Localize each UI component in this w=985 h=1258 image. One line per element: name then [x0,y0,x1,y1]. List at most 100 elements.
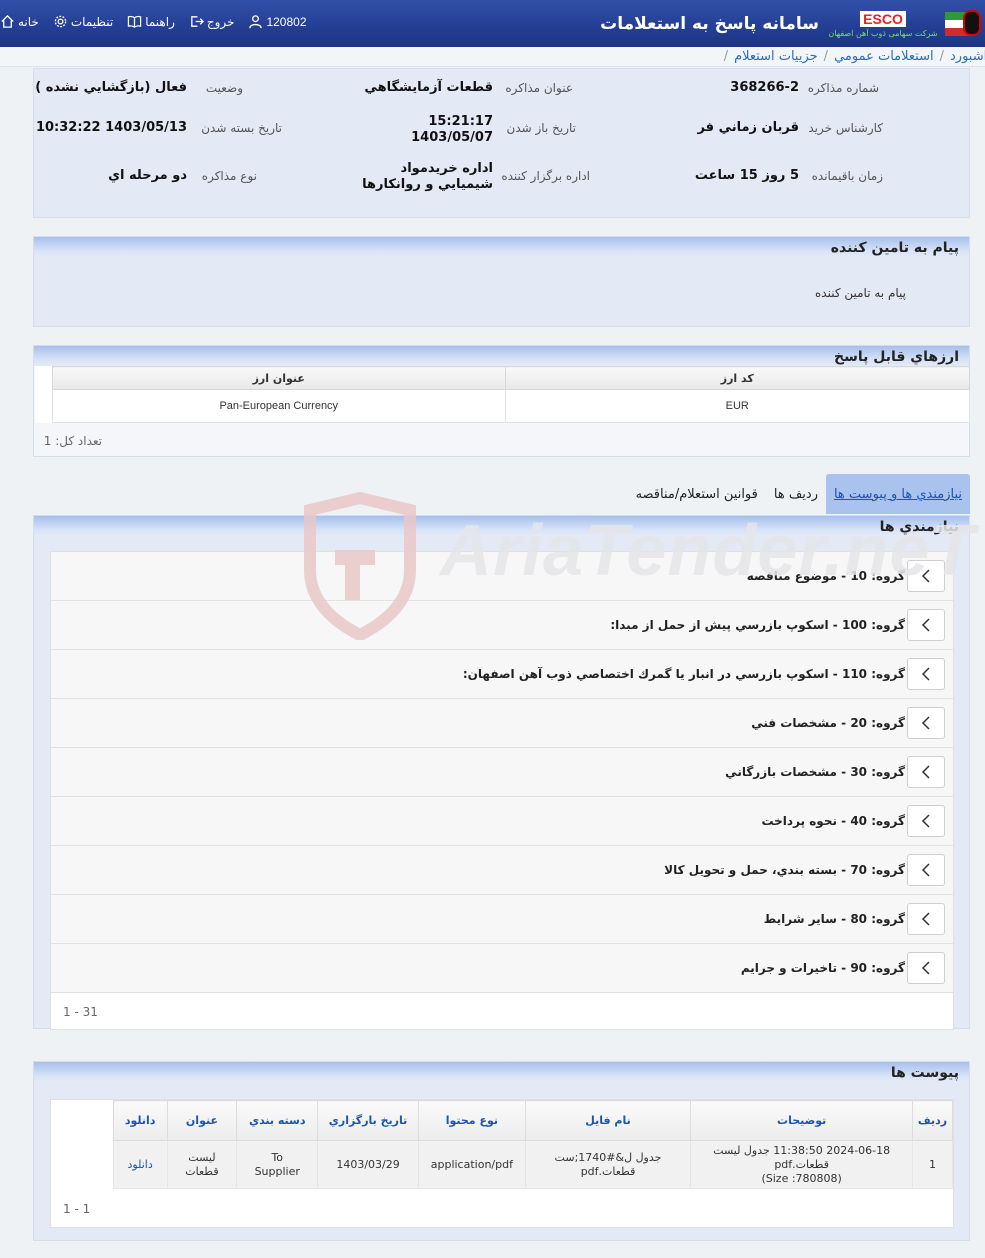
column-header[interactable]: نوع محتوا [417,1100,526,1141]
organizer-line1: اداره خريدمواد [400,161,493,176]
description-cell: 2024-06-18 11:38:50 جدول ليست قطعات.pdf(… [690,1140,914,1189]
expert-label: کارشناس خريد [808,121,883,135]
expand-button[interactable] [907,854,945,886]
nav-help[interactable]: راهنما [127,14,175,29]
accordion-title: گروه: 30 - مشخصات بازرگاني [725,765,905,779]
row-number: 1 [912,1140,953,1189]
brand-subtitle: شرکت سهامی ذوب آهن اصفهان [828,28,938,38]
scroll-gutter [36,390,53,423]
accordion-item[interactable]: گروه: 30 - مشخصات بازرگاني [51,748,953,797]
table-cell: Pan-European Currency [52,389,506,423]
currencies-total: تعداد کل: 1 [43,434,102,448]
chevron-left-icon [921,814,930,828]
attachments-panel: پيوست ها رديف توضيحات نام فايل نوع محتوا… [33,1061,970,1241]
nav-logout-label: خروج [206,14,235,29]
column-header[interactable]: عنوان [166,1100,238,1141]
accordion-item[interactable]: گروه: 10 - موضوع مناقصه [51,552,953,601]
nav-help-label: راهنما [145,14,175,29]
title-cell: ليست قطعات [166,1140,238,1189]
accordion-item[interactable]: گروه: 80 - ساير شرايط [51,895,953,944]
table-row[interactable]: 1 2024-06-18 11:38:50 جدول ليست قطعات.pd… [51,1140,953,1189]
accordion-item[interactable]: گروه: 40 - نحوه پرداخت [51,797,953,846]
breadcrumb-separator: / [823,49,829,64]
open-time-value: 15:21:17 [428,114,493,129]
chevron-left-icon [921,667,930,681]
accordion-title: گروه: 100 - اسکوپ بازرسي پيش از حمل از م… [610,618,905,632]
info-row: زمان باقيمانده 5 روز 15 ساعت اداره برگزا… [34,161,969,205]
table-row[interactable]: EUR Pan-European Currency [36,389,971,423]
file-size: (Size :780808) [761,1171,842,1185]
nav-settings[interactable]: تنظیمات [53,14,113,29]
category-line: To [271,1150,284,1164]
requirements-pager: 1 - 31 [51,993,953,1029]
close-date-value: 1403/05/13 10:32:22 [35,120,187,135]
expand-button[interactable] [907,658,945,690]
requirements-panel: نيازمندي ها گروه: 10 - موضوع مناقصه گروه… [33,515,970,1030]
accordion-item[interactable]: گروه: 100 - اسکوپ بازرسي پيش از حمل از م… [51,601,953,650]
gear-icon [54,15,67,28]
expand-button[interactable] [907,903,945,935]
status-label: وضعيت [205,81,243,95]
inquiry-info-panel: شماره مذاکره 368266-2 عنوان مذاکره قطعات… [33,68,970,218]
nav-home[interactable]: خانه [0,14,39,29]
number-value: 368266-2 [730,80,799,95]
type-value: دو مرحله اي [108,168,187,183]
logout-icon [191,16,204,27]
breadcrumb-dashboard[interactable]: داشبورد [950,49,985,64]
brand-block: ESCO شرکت سهامی ذوب آهن اصفهان [828,10,938,38]
accordion-item[interactable]: گروه: 20 - مشخصات فني [51,699,953,748]
chevron-left-icon [921,912,930,926]
tab-requirements-attachments[interactable]: نيازمندي ها و پيوست ها [825,474,970,514]
column-header[interactable]: تاريخ بارگزاري [317,1100,419,1141]
download-link[interactable]: دانلود [112,1140,168,1189]
currencies-table: کد ارز عنوان ارز EUR Pan-European Curren… [35,366,971,423]
tab-rules[interactable]: قوانين استعلام/مناقصه [628,474,766,514]
nav-settings-label: تنظیمات [70,14,114,29]
accordion-item[interactable]: گروه: 70 - بسته بندي، حمل و تحويل کالا [51,846,953,895]
attachments-heading: پيوست ها [34,1062,969,1082]
nav-logout[interactable]: خروج [189,14,235,29]
content-type-cell: application/pdf [417,1140,526,1189]
company-logo [939,6,981,42]
title-label: عنوان مذاکره [505,81,573,95]
chevron-left-icon [921,765,930,779]
column-header[interactable]: کد ارز [504,366,971,390]
info-row: کارشناس خريد قربان زماني فر تاريخ باز شد… [34,114,969,157]
remaining-label: زمان باقيمانده [811,169,883,183]
expand-button[interactable] [907,707,945,739]
column-header[interactable]: توضيحات [690,1100,914,1141]
accordion-title: گروه: 10 - موضوع مناقصه [746,569,905,583]
chevron-left-icon [921,961,930,975]
status-value: فعال (بازگشايي نشده ) [35,80,187,95]
column-header[interactable]: دسته بندي [236,1100,319,1141]
brand: ESCO شرکت سهامی ذوب آهن اصفهان سامانه پا… [600,4,981,44]
accordion-title: گروه: 110 - اسکوپ بازرسي در انبار يا گمر… [462,667,905,681]
expand-button[interactable] [907,805,945,837]
tab-bar: نيازمندي ها و پيوست ها رديف ها قوانين اس… [628,474,970,514]
column-header[interactable]: رديف [912,1100,953,1141]
column-header[interactable]: عنوان ارز [52,366,506,390]
chevron-left-icon [921,863,930,877]
expert-value: قربان زماني فر [697,120,799,135]
requirements-accordion: گروه: 10 - موضوع مناقصه گروه: 100 - اسکو… [50,551,954,1030]
home-icon [1,14,14,28]
expand-button[interactable] [907,756,945,788]
column-header[interactable]: دانلود [112,1100,168,1141]
breadcrumb-public-inquiries[interactable]: استعلامات عمومي [834,49,934,64]
description-line: 2024-06-18 11:38:50 جدول ليست قطعات.pdf [713,1143,891,1171]
table-cell: EUR [504,389,971,423]
user-info[interactable]: 120802 [248,14,307,29]
supplier-message-panel: پيام به تامين کننده پيام به تامين کننده [33,236,970,327]
close-date-label: تاريخ بسته شدن [201,121,282,135]
tab-rows[interactable]: رديف ها [766,474,826,514]
expand-button[interactable] [907,952,945,984]
expand-button[interactable] [907,609,945,641]
accordion-item[interactable]: گروه: 90 - تاخيرات و جرايم [51,944,953,993]
scroll-gutter [51,1140,114,1189]
title-line: ليست [188,1150,216,1164]
expand-button[interactable] [907,560,945,592]
accordion-item[interactable]: گروه: 110 - اسکوپ بازرسي در انبار يا گمر… [51,650,953,699]
column-header[interactable]: نام فايل [524,1100,692,1141]
attachments-table-wrapper: رديف توضيحات نام فايل نوع محتوا تاريخ با… [50,1099,954,1228]
breadcrumb-inquiry-details[interactable]: جزييات استعلام [734,49,818,64]
